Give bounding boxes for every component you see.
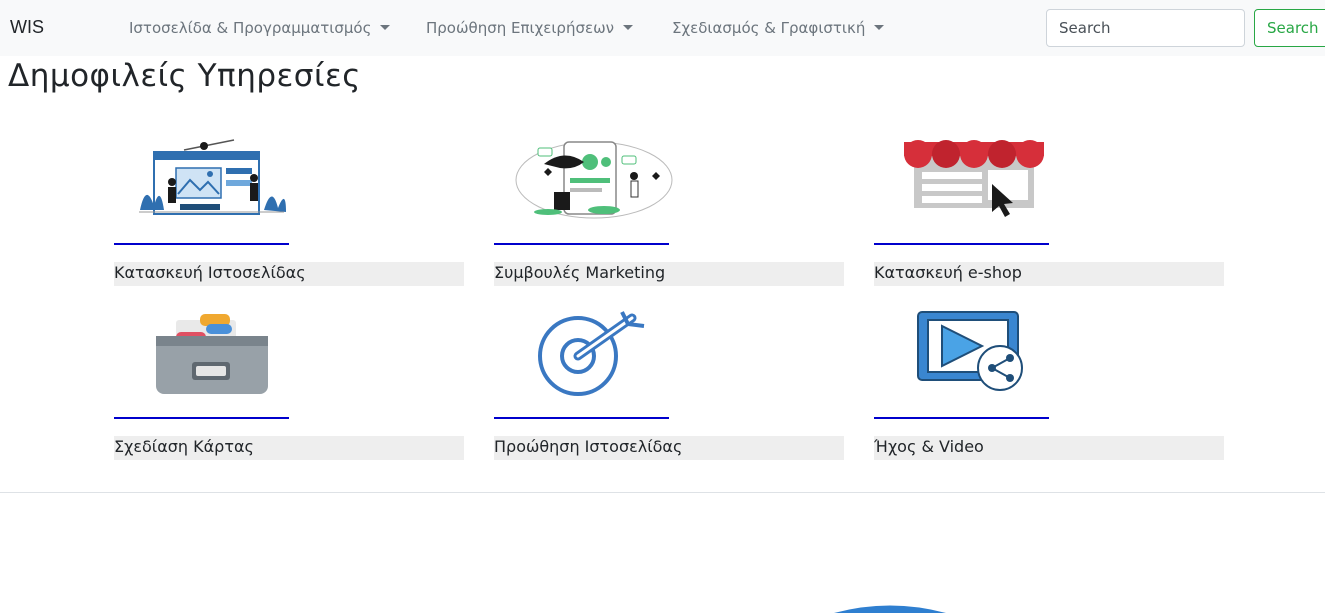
service-card-label: Κατασκευή e-shop — [874, 262, 1224, 286]
web-design-illustration-icon — [114, 132, 464, 242]
service-card-label: Προώθηση Ιστοσελίδας — [494, 436, 844, 460]
section-divider — [0, 492, 1325, 493]
card-underline — [494, 243, 669, 245]
partial-graphic — [834, 605, 946, 613]
nav-menu-label: Σχεδιασμός & Γραφιστική — [672, 19, 866, 37]
service-card-label: Κατασκευή Ιστοσελίδας — [114, 262, 464, 286]
service-card-label: Σχεδίαση Κάρτας — [114, 436, 464, 460]
brand-logo[interactable]: WIS — [10, 17, 44, 38]
card-file-box-icon — [114, 306, 464, 416]
caret-down-icon — [623, 25, 634, 30]
card-underline — [874, 243, 1049, 245]
nav-menu-label: Ιστοσελίδα & Προγραμματισμός — [129, 19, 372, 37]
eshop-storefront-icon — [874, 132, 1224, 242]
card-underline — [494, 417, 669, 419]
service-card-label: Ήχος & Video — [874, 436, 1224, 460]
target-icon — [494, 306, 844, 416]
search-button[interactable]: Search — [1254, 9, 1325, 47]
nav-menu-label: Προώθηση Επιχειρήσεων — [426, 19, 615, 37]
card-underline — [874, 417, 1049, 419]
service-card-label: Συμβουλές Marketing — [494, 262, 844, 286]
caret-down-icon — [380, 25, 391, 30]
marketing-illustration-icon — [494, 132, 844, 242]
navbar: WIS Ιστοσελίδα & Προγραμματισμός Προώθησ… — [0, 0, 1325, 56]
search-input[interactable] — [1046, 9, 1245, 47]
card-underline — [114, 417, 289, 419]
nav-menu-design-graphics[interactable]: Σχεδιασμός & Γραφιστική — [672, 19, 885, 37]
nav-menu-web-programming[interactable]: Ιστοσελίδα & Προγραμματισμός — [129, 19, 391, 37]
nav-menu-business-promotion[interactable]: Προώθηση Επιχειρήσεων — [426, 19, 634, 37]
video-share-icon — [874, 306, 1224, 416]
card-underline — [114, 243, 289, 245]
page-title: Δημοφιλείς Υπηρεσίες — [8, 58, 361, 94]
caret-down-icon — [874, 25, 885, 30]
